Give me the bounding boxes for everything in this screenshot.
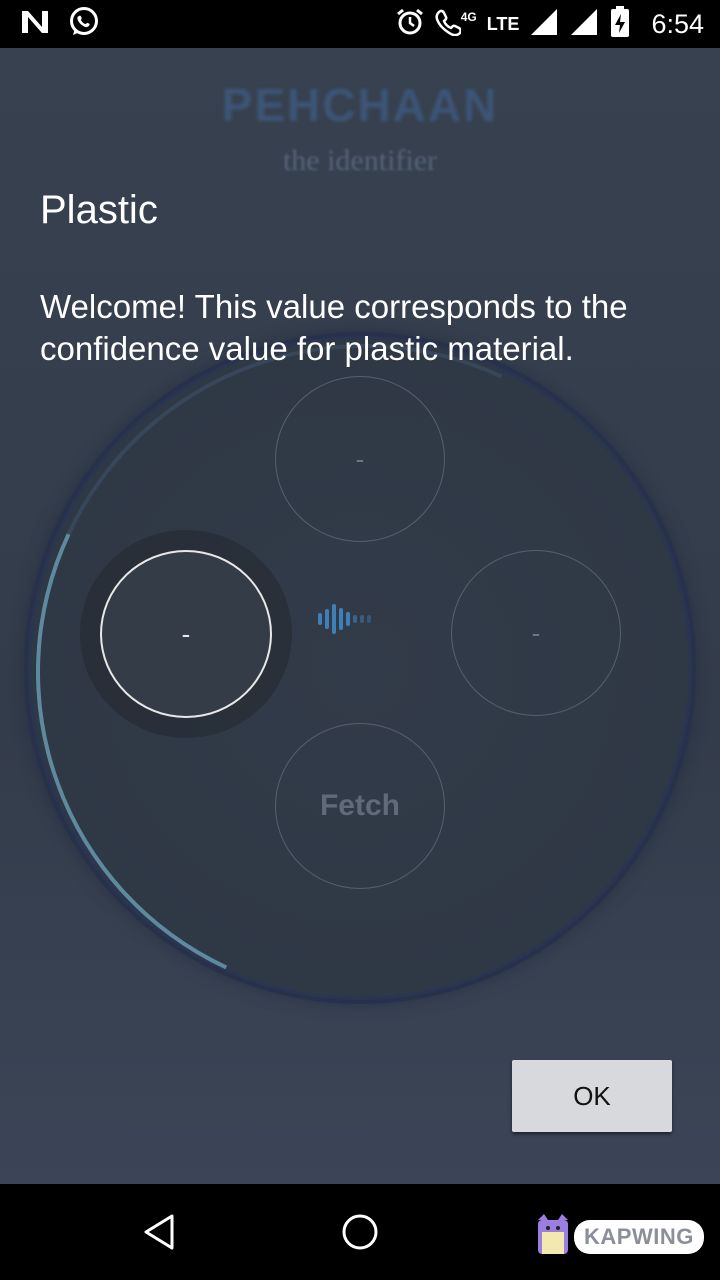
fetch-button[interactable]: Fetch	[275, 723, 445, 889]
watermark: KAPWING	[536, 1214, 704, 1259]
alarm-icon	[395, 7, 425, 42]
app-tagline: the identifier	[282, 144, 438, 177]
back-icon[interactable]	[136, 1208, 184, 1256]
app-background: PEHCHAAN the identifier - - - Fetch Plas…	[0, 48, 720, 1184]
network-4g-label: 4G	[460, 10, 477, 24]
home-icon[interactable]	[336, 1208, 384, 1256]
signal-icon	[529, 7, 559, 42]
battery-charging-icon	[609, 5, 631, 43]
dialog-title: Plastic	[40, 188, 158, 232]
node-right[interactable]: -	[451, 550, 621, 716]
volte-call-icon	[435, 8, 462, 41]
status-bar: 4G LTE 6:54	[0, 0, 720, 48]
voice-wave-icon[interactable]	[318, 604, 371, 634]
network-lte-label: LTE	[486, 13, 520, 34]
watermark-text: KAPWING	[574, 1219, 704, 1254]
whatsapp-icon	[68, 6, 100, 43]
app-brand: PEHCHAAN	[221, 79, 499, 131]
kapwing-logo-icon	[536, 1214, 570, 1259]
ok-button[interactable]: OK	[512, 1060, 672, 1132]
signal-icon	[569, 7, 599, 42]
n-notification-icon	[20, 9, 50, 40]
status-time: 6:54	[651, 8, 704, 39]
dialog-message: Welcome! This value corresponds to the c…	[40, 288, 628, 367]
node-left[interactable]: -	[100, 550, 272, 718]
node-top[interactable]: -	[275, 376, 445, 542]
